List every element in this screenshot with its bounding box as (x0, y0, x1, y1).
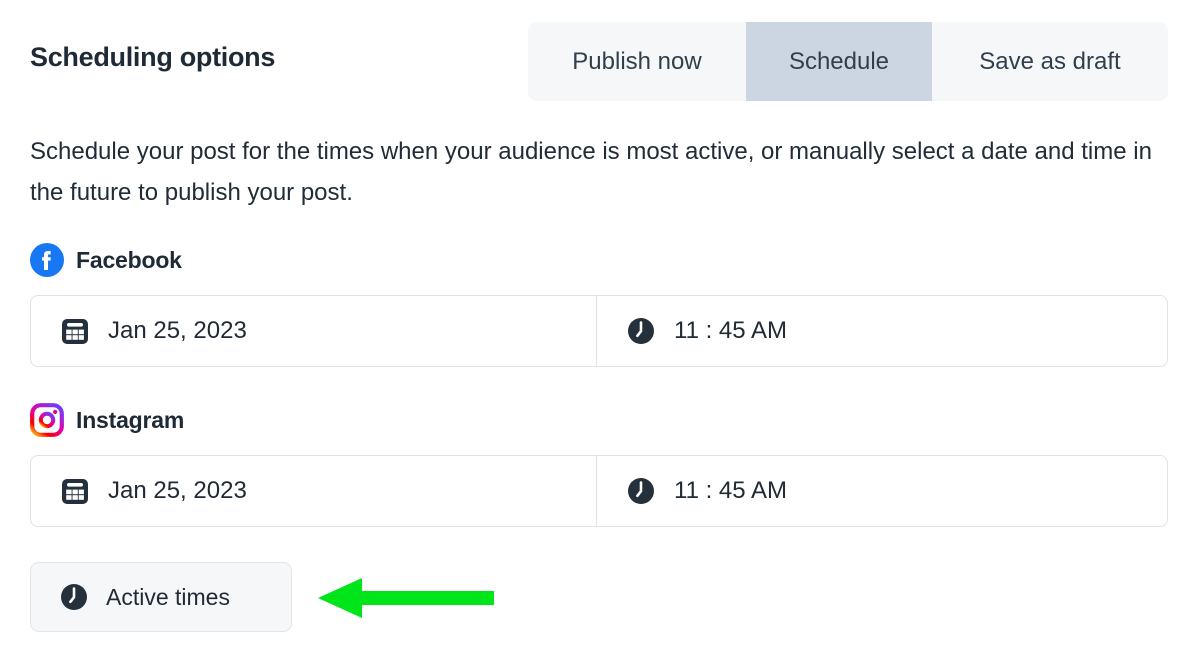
network-name-instagram: Instagram (76, 406, 185, 433)
network-name-facebook: Facebook (76, 246, 182, 273)
tab-publish-now[interactable]: Publish now (528, 22, 746, 101)
page-title: Scheduling options (30, 42, 276, 72)
scheduling-description: Schedule your post for the times when yo… (30, 138, 1152, 206)
schedule-field-row-facebook: Jan 25, 2023 11 : 45 AM (30, 295, 1168, 367)
instagram-icon (30, 403, 64, 437)
time-value-instagram: 11 : 45 AM (674, 477, 787, 504)
clock-icon (628, 478, 654, 504)
date-value-instagram: Jan 25, 2023 (108, 477, 247, 504)
facebook-icon (30, 243, 64, 277)
time-field-facebook[interactable]: 11 : 45 AM (597, 296, 1167, 366)
clock-icon (61, 584, 87, 610)
active-times-label: Active times (106, 583, 230, 610)
publish-mode-tab-group: Publish now Schedule Save as draft (528, 22, 1168, 101)
clock-icon (628, 318, 654, 344)
calendar-icon (62, 319, 88, 344)
schedule-field-row-instagram: Jan 25, 2023 11 : 45 AM (30, 455, 1168, 527)
date-value-facebook: Jan 25, 2023 (108, 317, 247, 344)
calendar-icon (62, 479, 88, 504)
tab-schedule[interactable]: Schedule (746, 22, 932, 101)
time-field-instagram[interactable]: 11 : 45 AM (597, 456, 1167, 526)
network-header-instagram: Instagram (30, 400, 1168, 440)
time-value-facebook: 11 : 45 AM (674, 317, 787, 344)
active-times-button[interactable]: Active times (30, 562, 292, 632)
tab-save-as-draft[interactable]: Save as draft (932, 22, 1168, 101)
network-block-facebook: Facebook Jan 25, 2023 11 : 45 AM (30, 240, 1168, 367)
annotation-arrow-left-icon (318, 578, 494, 618)
network-header-facebook: Facebook (30, 240, 1168, 280)
scheduling-options-header: Scheduling options Publish now Schedule … (0, 0, 1187, 110)
date-field-facebook[interactable]: Jan 25, 2023 (31, 296, 597, 366)
date-field-instagram[interactable]: Jan 25, 2023 (31, 456, 597, 526)
network-block-instagram: Instagram Jan 25, 2023 11 : 45 AM (30, 400, 1168, 527)
